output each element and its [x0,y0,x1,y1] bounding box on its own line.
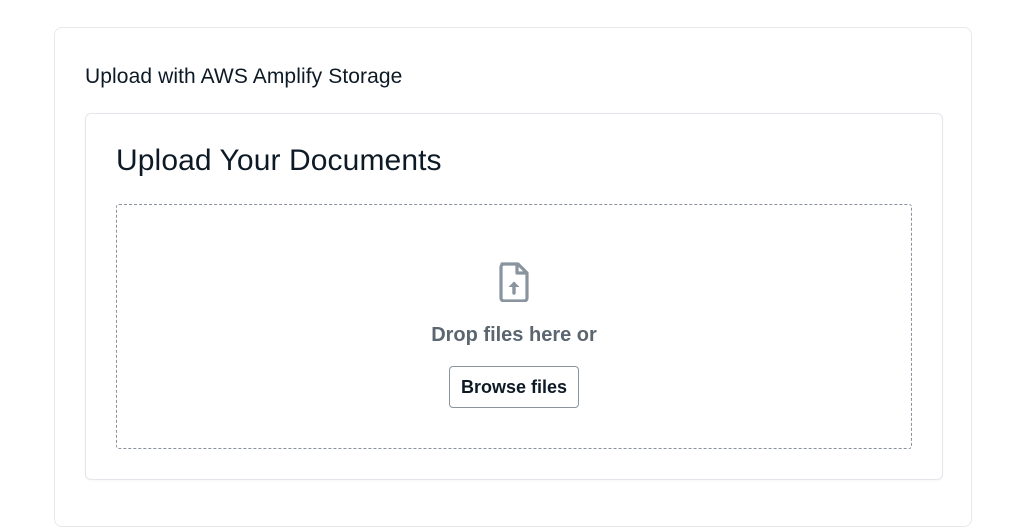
file-dropzone[interactable]: Drop files here or Browse files [116,204,912,449]
section-title: Upload with AWS Amplify Storage [85,65,403,88]
page-heading: Upload Your Documents [116,144,442,177]
uploader-card: Upload Your Documents Drop files here or… [85,113,943,480]
browse-files-button[interactable]: Browse files [449,366,579,408]
file-upload-icon [499,262,529,302]
storage-card: Upload with AWS Amplify Storage Upload Y… [54,27,972,527]
drop-files-text: Drop files here or [431,324,597,346]
